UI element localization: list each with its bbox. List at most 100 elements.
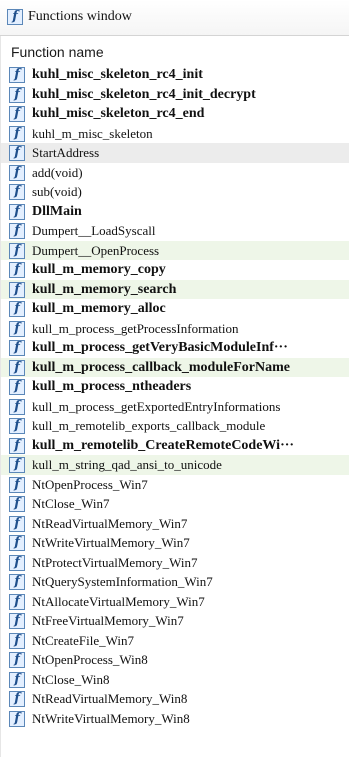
function-row[interactable]: f Dumpert__LoadSyscall (1, 221, 349, 241)
function-icon: f (9, 262, 25, 278)
function-name: add(void) (32, 164, 83, 180)
function-row[interactable]: f DllMain (1, 202, 349, 222)
function-row[interactable]: f NtReadVirtualMemory_Win8 (1, 689, 349, 709)
function-name: kuhl_misc_skeleton_rc4_init (32, 67, 203, 82)
function-row[interactable]: f add(void) (1, 163, 349, 183)
column-header-function-name[interactable]: Function name (1, 36, 349, 65)
function-icon: f (9, 554, 25, 571)
function-row[interactable]: f NtFreeVirtualMemory_Win7 (1, 611, 349, 631)
function-name: kuhl_misc_skeleton_rc4_end (32, 106, 205, 121)
function-icon: f (9, 203, 25, 220)
function-icon: f (9, 281, 25, 298)
function-name: StartAddress (32, 145, 100, 160)
function-row[interactable]: f kull_m_process_getProcessInformation (1, 319, 349, 339)
function-icon: f (9, 535, 25, 551)
function-row[interactable]: f kull_m_memory_search (1, 279, 349, 299)
function-row[interactable]: f NtReadVirtualMemory_Win7 (1, 514, 349, 534)
function-row[interactable]: f NtProtectVirtualMemory_Win7 (1, 553, 349, 573)
function-row[interactable]: f kull_m_process_callback_moduleForName (1, 357, 349, 377)
function-row[interactable]: f NtWriteVirtualMemory_Win8 (1, 709, 349, 729)
function-name: NtCreateFile_Win7 (32, 632, 135, 648)
function-name: NtFreeVirtualMemory_Win7 (32, 613, 184, 628)
function-row[interactable]: f NtWriteVirtualMemory_Win7 (1, 533, 349, 553)
function-name: NtWriteVirtualMemory_Win7 (32, 535, 190, 550)
function-row[interactable]: f NtOpenProcess_Win8 (1, 650, 349, 670)
function-icon: f (9, 184, 25, 200)
function-name: NtClose_Win7 (32, 496, 110, 511)
function-row[interactable]: f StartAddress (1, 143, 349, 163)
function-row[interactable]: f NtQuerySystemInformation_Win7 (1, 572, 349, 592)
function-row[interactable]: f kuhl_m_misc_skeleton (1, 124, 349, 144)
function-icon: f (9, 496, 25, 512)
function-row[interactable]: f sub(void) (1, 182, 349, 202)
function-row[interactable]: f NtCreateFile_Win7 (1, 631, 349, 651)
function-icon: f (9, 632, 25, 649)
function-icon: f (9, 418, 25, 434)
function-icon: f (9, 437, 25, 454)
function-name: kull_m_string_qad_ansi_to_unicode (32, 457, 222, 472)
function-name: NtAllocateVirtualMemory_Win7 (32, 593, 205, 609)
function-row[interactable]: f NtOpenProcess_Win7 (1, 475, 349, 495)
function-icon: f (9, 320, 25, 337)
function-name: kuhl_misc_skeleton_rc4_init_decrypt (32, 86, 256, 102)
function-name: NtReadVirtualMemory_Win7 (32, 515, 188, 531)
function-row[interactable]: f kull_m_string_qad_ansi_to_unicode (1, 455, 349, 475)
function-icon: f (9, 301, 25, 317)
function-icon: f (9, 652, 25, 668)
function-name: NtOpenProcess_Win7 (32, 476, 148, 492)
function-name: kuhl_m_misc_skeleton (32, 125, 153, 141)
function-row[interactable]: f NtClose_Win8 (1, 670, 349, 690)
function-name: NtWriteVirtualMemory_Win8 (32, 710, 190, 726)
function-icon: f (9, 574, 25, 590)
function-name: Dumpert__OpenProcess (32, 242, 160, 258)
function-name: NtOpenProcess_Win8 (32, 652, 148, 667)
function-name: kull_m_process_getProcessInformation (32, 320, 239, 336)
function-icon: f (9, 398, 25, 415)
function-icon: f (9, 671, 25, 688)
function-row[interactable]: f kull_m_process_getExportedEntryInformat… (1, 397, 349, 417)
function-name: NtProtectVirtualMemory_Win7 (32, 554, 198, 570)
function-icon: f (9, 86, 25, 103)
function-row[interactable]: f kull_m_process_getVeryBasicModuleInf··· (1, 338, 349, 358)
function-row[interactable]: f kuhl_misc_skeleton_rc4_end (1, 104, 349, 124)
function-icon: f (9, 710, 25, 727)
function-icon: f (9, 145, 25, 161)
function-name: NtQuerySystemInformation_Win7 (32, 574, 213, 589)
window-titlebar[interactable]: f Functions window (0, 0, 349, 36)
function-icon: f (9, 593, 25, 610)
function-icon: f (7, 9, 23, 25)
function-name: DllMain (32, 203, 82, 219)
function-icon: f (9, 340, 25, 356)
function-name: NtReadVirtualMemory_Win8 (32, 691, 188, 706)
function-icon: f (9, 67, 25, 83)
function-name: NtClose_Win8 (32, 671, 110, 687)
function-icon: f (9, 223, 25, 239)
function-icon: f (9, 476, 25, 493)
function-icon: f (9, 359, 25, 376)
column-header-label: Function name (11, 44, 104, 60)
function-row[interactable]: f kull_m_remotelib_exports_callback_modul… (1, 416, 349, 436)
function-row[interactable]: f kull_m_memory_copy (1, 260, 349, 280)
function-icon: f (9, 242, 25, 259)
function-name: kull_m_remotelib_exports_callback_module (32, 418, 266, 433)
function-row[interactable]: f NtAllocateVirtualMemory_Win7 (1, 592, 349, 612)
function-row[interactable]: f kull_m_memory_alloc (1, 299, 349, 319)
function-row[interactable]: f Dumpert__OpenProcess (1, 240, 349, 260)
function-name: Dumpert__LoadSyscall (32, 223, 156, 238)
function-row[interactable]: f kull_m_process_ntheaders (1, 377, 349, 397)
window-title: Functions window (28, 9, 132, 24)
function-row[interactable]: f NtClose_Win7 (1, 494, 349, 514)
function-icon: f (9, 691, 25, 707)
function-name: kull_m_process_ntheaders (32, 379, 192, 394)
functions-window: f Functions window Function name f kuhl_m… (0, 0, 349, 757)
function-row[interactable]: f kuhl_misc_skeleton_rc4_init (1, 65, 349, 85)
functions-list: f kuhl_misc_skeleton_rc4_init f kuhl_misc_s… (1, 65, 349, 728)
function-name: kull_m_process_callback_moduleForName (32, 359, 290, 375)
function-row[interactable]: f kuhl_misc_skeleton_rc4_init_decrypt (1, 85, 349, 105)
function-icon: f (9, 457, 25, 473)
function-name: kull_m_process_getVeryBasicModuleInf··· (32, 340, 288, 355)
function-icon: f (9, 613, 25, 629)
function-row[interactable]: f kull_m_remotelib_CreateRemoteCodeWi··· (1, 436, 349, 456)
function-name: sub(void) (32, 184, 82, 199)
function-name: kull_m_remotelib_CreateRemoteCodeWi··· (32, 437, 295, 453)
